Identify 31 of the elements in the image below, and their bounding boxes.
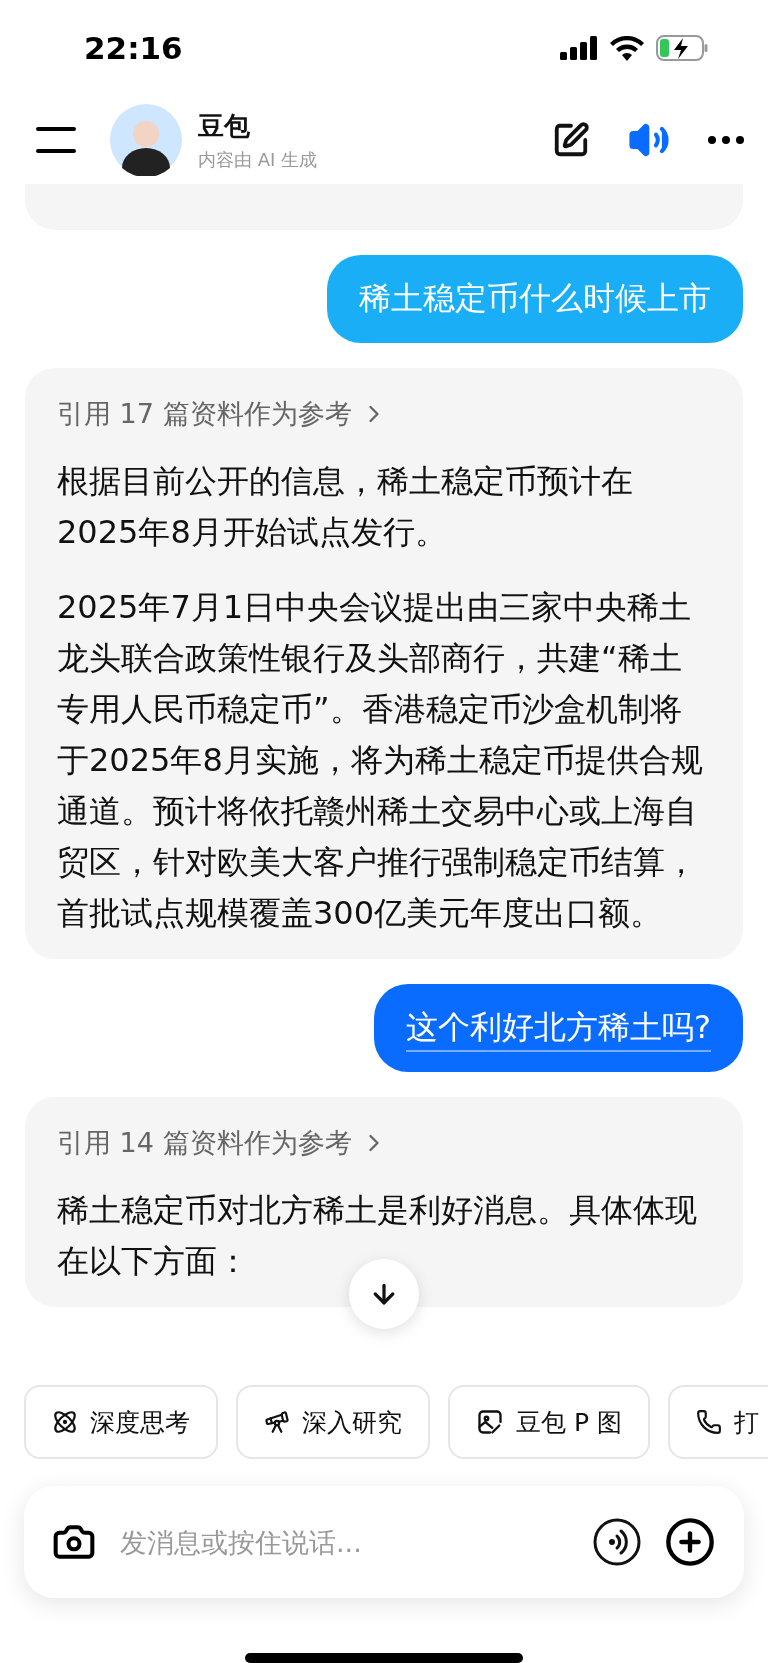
answer-paragraph: 根据目前公开的信息，稀土稳定币预计在2025年8月开始试点发行。 bbox=[57, 461, 634, 553]
edit-icon bbox=[552, 121, 590, 159]
answer-paragraph: 稀土稳定币对北方稀土是利好消息。具体体现在以下方面： bbox=[57, 1190, 698, 1282]
battery-charging-icon bbox=[656, 35, 708, 61]
answer-paragraph: 2025年7月1日中央会议提出由三家中央稀土龙头联合政策性银行及头部商行，共建“稀土专用人民币稳定币”。香港稳定币沙盒机制将于2025年8月实施，将为稀土稳定币提供合规通道。预计将依托赣州稀土交易中心或上海自贸区，针对欧美大客户推行强制稳定币结算，首批试点规模覆盖300亿美元年度出口额。 bbox=[57, 587, 704, 934]
user-message: 稀土稳定币什么时候上市 bbox=[327, 255, 743, 343]
more-button[interactable] bbox=[708, 136, 744, 144]
menu-button[interactable] bbox=[36, 127, 76, 153]
chat-title: 豆包 bbox=[198, 109, 251, 143]
add-button[interactable] bbox=[664, 1516, 716, 1568]
chat-subtitle: 内容由 AI 生成 bbox=[198, 147, 319, 172]
signal-icon bbox=[560, 36, 598, 60]
avatar bbox=[110, 104, 182, 176]
image-edit-icon bbox=[476, 1408, 504, 1436]
feature-chip[interactable]: 豆包 P 图 bbox=[448, 1385, 650, 1459]
citation-link[interactable]: 引用 17 篇资料作为参考 bbox=[57, 396, 388, 432]
user-message: 这个利好北方稀土吗? bbox=[374, 984, 743, 1072]
phone-icon bbox=[696, 1409, 722, 1435]
status-time: 22:16 bbox=[84, 30, 183, 66]
feature-chip[interactable]: 打 bbox=[668, 1385, 768, 1459]
wifi-icon bbox=[610, 35, 644, 61]
voice-button[interactable] bbox=[592, 1517, 642, 1567]
citation-link[interactable]: 引用 14 篇资料作为参考 bbox=[57, 1125, 388, 1161]
telescope-icon bbox=[264, 1409, 290, 1435]
menu-icon bbox=[36, 127, 76, 153]
atom-icon bbox=[52, 1409, 78, 1435]
feature-chip[interactable]: 深度思考 bbox=[24, 1385, 218, 1459]
message-input[interactable]: 发消息或按住说话... bbox=[118, 1525, 570, 1559]
feature-chip[interactable]: 深入研究 bbox=[236, 1385, 430, 1459]
more-icon bbox=[708, 136, 744, 144]
edit-button[interactable] bbox=[552, 121, 590, 159]
